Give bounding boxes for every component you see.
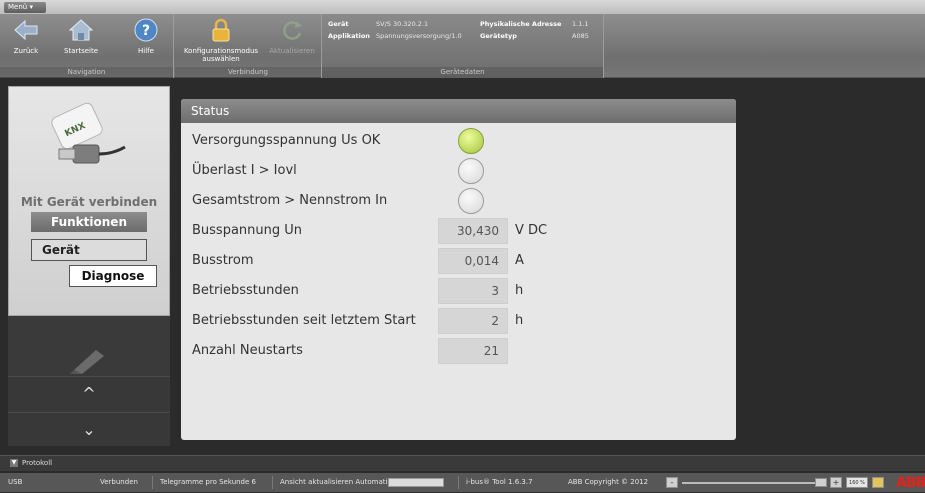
abb-logo: ABB: [896, 475, 925, 491]
back-arrow-icon: [14, 19, 38, 41]
refresh-label: Aktualisieren: [269, 47, 315, 55]
help-label: Hilfe: [138, 47, 154, 55]
bus-current-value: 0,014: [438, 248, 508, 274]
connection-group: Konfigurationsmodus auswählen Aktualisie…: [175, 14, 322, 78]
view-refresh-mode: Ansicht aktualisieren Automatisch: [280, 478, 400, 486]
device-value: SV/S 30.320.2.1: [376, 20, 429, 28]
application-value: Spannungsversorgung/1.0: [376, 32, 462, 40]
config-mode-label-1: Konfigurationsmodus: [183, 47, 259, 55]
overload-led: [458, 158, 484, 184]
bus-current-unit: A: [515, 253, 524, 268]
status-bar: USB Verbunden Telegramme pro Sekunde 6 A…: [0, 473, 925, 492]
lock-icon: [212, 18, 230, 42]
zoom-out-button[interactable]: -: [666, 477, 678, 488]
application-key: Applikation: [328, 32, 370, 40]
status-panel: Status Versorgungsspannung Us OK Überlas…: [181, 99, 736, 440]
status-row-label: Gesamtstrom > Nennstrom In: [192, 193, 388, 208]
supply-ok-led: [458, 128, 484, 154]
navigation-group-label: Navigation: [0, 67, 173, 78]
physical-address-key: Physikalische Adresse: [480, 20, 562, 28]
config-mode-label-2: auswählen: [202, 55, 240, 63]
separator: [458, 476, 459, 489]
zoom-slider-thumb[interactable]: [815, 478, 827, 487]
device-data-group: Gerät SV/S 30.320.2.1 Applikation Spannu…: [322, 14, 604, 78]
home-icon: [68, 19, 94, 41]
device-key: Gerät: [328, 20, 349, 28]
separator: [152, 476, 153, 489]
connection-group-label: Verbindung: [175, 67, 321, 78]
progress-bar: [388, 478, 444, 487]
pen-icon: [70, 350, 104, 374]
expand-icon[interactable]: ▼: [10, 459, 18, 467]
back-button[interactable]: Zurück: [6, 18, 46, 55]
navigation-group: Zurück Startseite ? Hilfe Navigation: [0, 14, 174, 78]
zoom-level[interactable]: 160 %: [846, 477, 868, 488]
hours-since-start-value: 2: [438, 308, 508, 334]
bus-voltage-unit: V DC: [515, 223, 548, 238]
refresh-button[interactable]: Aktualisieren: [267, 18, 317, 55]
home-label: Startseite: [63, 47, 99, 55]
usb-interface-icon: KNX: [51, 102, 126, 164]
separator: [272, 476, 273, 489]
operating-hours-unit: h: [515, 283, 524, 298]
copyright: ABB Copyright © 2012: [568, 478, 649, 486]
device-data-group-label: Gerätedaten: [322, 67, 603, 78]
menu-button[interactable]: Menü ▾: [4, 2, 46, 13]
protocol-label: Protokoll: [22, 459, 53, 467]
zoom-in-button[interactable]: +: [830, 477, 842, 488]
left-lower-panel: ^ ⌄: [8, 316, 170, 446]
tool-version: i-bus® Tool 1.6.3.7: [466, 478, 533, 486]
status-row-label: Überlast I > Iovl: [192, 163, 297, 178]
connect-to-device-label[interactable]: Mit Gerät verbinden: [9, 195, 169, 209]
status-row-label: Anzahl Neustarts: [192, 343, 303, 358]
svg-text:?: ?: [142, 23, 150, 39]
scroll-down-button[interactable]: ⌄: [8, 412, 170, 446]
protocol-bar[interactable]: ▼ Protokoll: [0, 455, 925, 471]
total-current-led: [458, 188, 484, 214]
status-row-label: Busstrom: [192, 253, 254, 268]
port-status: USB: [8, 478, 23, 486]
functions-button[interactable]: Funktionen: [31, 212, 147, 232]
config-mode-button[interactable]: Konfigurationsmodus auswählen: [179, 18, 263, 63]
status-row-label: Betriebsstunden seit letztem Start: [192, 313, 416, 328]
help-button[interactable]: ? Hilfe: [128, 18, 164, 55]
menu-bar: Menü ▾: [0, 0, 925, 14]
refresh-icon: [283, 21, 302, 40]
left-navigation-panel: KNX Mit Gerät verbinden Funktionen Gerät…: [8, 86, 170, 316]
restart-count-value: 21: [438, 338, 508, 364]
diagnose-menu-item[interactable]: Diagnose: [69, 265, 157, 287]
status-row-label: Versorgungsspannung Us OK: [192, 133, 381, 148]
connection-status: Verbunden: [100, 478, 138, 486]
status-row-label: Busspannung Un: [192, 223, 303, 238]
device-menu-item[interactable]: Gerät: [31, 239, 147, 261]
hours-since-start-unit: h: [515, 313, 524, 328]
help-icon: ?: [134, 18, 158, 42]
bus-voltage-value: 30,430: [438, 218, 508, 244]
fit-view-icon[interactable]: [872, 477, 884, 488]
back-label: Zurück: [13, 47, 39, 55]
status-title: Status: [181, 99, 736, 123]
status-row-label: Betriebsstunden: [192, 283, 299, 298]
telegram-rate: Telegramme pro Sekunde 6: [160, 478, 256, 486]
physical-address-value: 1.1.1: [572, 20, 589, 28]
scroll-up-button[interactable]: ^: [8, 376, 170, 410]
zoom-slider[interactable]: [682, 482, 822, 484]
home-button[interactable]: Startseite: [60, 18, 102, 55]
operating-hours-value: 3: [438, 278, 508, 304]
device-type-key: Gerätetyp: [480, 32, 517, 40]
device-type-value: A085: [572, 32, 589, 40]
